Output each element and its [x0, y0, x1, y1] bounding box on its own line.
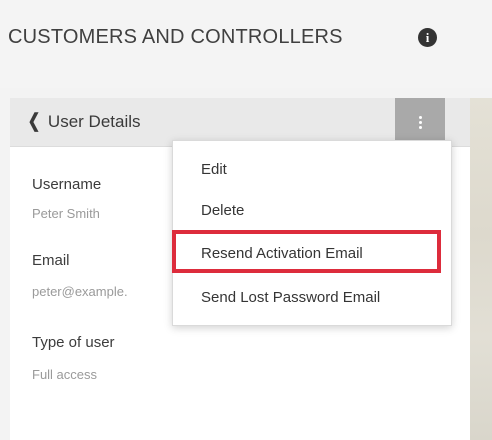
info-icon[interactable]: i	[418, 28, 437, 47]
menu-item-edit[interactable]: Edit	[201, 161, 227, 178]
chevron-left-icon: ❮	[27, 111, 41, 132]
page-header: CUSTOMERS AND CONTROLLERS i	[0, 0, 492, 88]
menu-item-send-lost-password-email[interactable]: Send Lost Password Email	[201, 289, 380, 306]
more-options-button[interactable]	[395, 98, 445, 146]
user-type-value: Full access	[32, 367, 98, 382]
page-title: CUSTOMERS AND CONTROLLERS	[8, 26, 343, 48]
email-value: peter@example.	[32, 284, 128, 299]
email-label: Email	[32, 252, 70, 269]
back-button-label: User Details	[47, 111, 141, 131]
user-type-label: Type of user	[32, 334, 115, 351]
username-value: Peter Smith	[32, 206, 100, 221]
username-label: Username	[32, 176, 102, 193]
map-background	[470, 98, 492, 440]
kebab-menu-icon	[418, 115, 422, 129]
back-button[interactable]: ❮ User Details	[26, 110, 141, 133]
menu-item-delete[interactable]: Delete	[201, 202, 244, 219]
highlight-annotation	[172, 230, 441, 273]
